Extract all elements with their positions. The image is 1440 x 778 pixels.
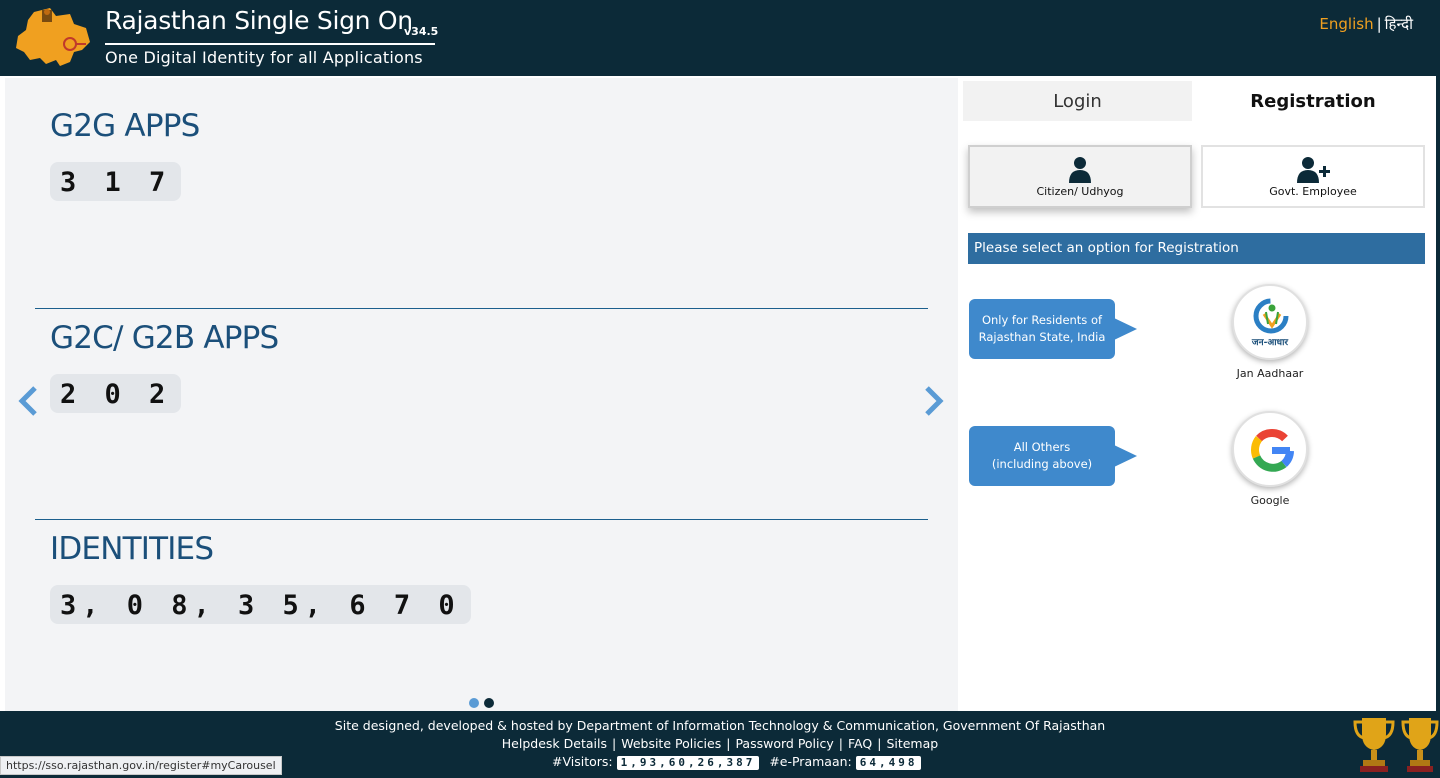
footer-link-helpdesk[interactable]: Helpdesk Details <box>502 736 607 751</box>
footer-separator: | <box>877 736 882 751</box>
stat-title: IDENTITIES <box>50 531 214 567</box>
jan-aadhaar-hint-bubble: Only for Residents of Rajasthan State, In… <box>969 299 1137 359</box>
lang-english-link[interactable]: English <box>1319 15 1373 33</box>
epramaan-label: #e-Pramaan: <box>769 754 852 769</box>
footer-separator: | <box>611 736 617 751</box>
tab-registration[interactable]: Registration <box>1195 81 1431 121</box>
govt-option-label: Govt. Employee <box>1269 185 1357 198</box>
stat-counter: 2 0 2 <box>50 374 182 413</box>
stat-divider <box>35 308 928 309</box>
jan-aadhaar-label: Jan Aadhaar <box>1236 367 1304 380</box>
govt-employee-option[interactable]: Govt. Employee <box>1201 145 1425 208</box>
trophy-icon <box>1352 716 1396 777</box>
citizen-option-label: Citizen/ Udhyog <box>1036 185 1124 198</box>
footer-link-website-policies[interactable]: Website Policies <box>621 736 721 751</box>
user-plus-icon <box>1297 157 1330 183</box>
stat-identities: IDENTITIES 3, 0 8, 3 5, 6 7 0 <box>50 531 471 624</box>
rajasthan-sso-logo[interactable] <box>12 6 94 72</box>
footer-separator: | <box>838 736 843 751</box>
browser-status-url: https://sso.rajasthan.gov.in/register#my… <box>0 756 282 775</box>
stat-counter: 3, 0 8, 3 5, 6 7 0 <box>50 585 471 624</box>
tab-login[interactable]: Login <box>963 81 1192 121</box>
google-button[interactable] <box>1232 411 1308 487</box>
bubble-line: All Others <box>1013 440 1071 454</box>
footer-counters: #Visitors: 1,93,60,26,387 #e-Pramaan: 64… <box>552 754 922 770</box>
visitors-label: #Visitors: <box>552 754 613 769</box>
carousel-indicators <box>469 698 494 708</box>
footer-link-password-policy[interactable]: Password Policy <box>735 736 833 751</box>
stat-g2c-g2b: G2C/ G2B APPS 2 0 2 <box>50 320 279 413</box>
citizen-udhyog-option[interactable]: Citizen/ Udhyog <box>968 145 1192 208</box>
visitors-counter: 1,93,60,26,387 <box>616 756 760 770</box>
jan-aadhaar-button[interactable]: जन-आधार <box>1232 284 1308 360</box>
header: Rajasthan Single Sign On v34.5 One Digit… <box>0 0 1440 76</box>
footer-credit: Site designed, developed & hosted by Dep… <box>334 718 1106 733</box>
stat-g2g: G2G APPS 3 1 7 <box>50 108 200 201</box>
carousel-next-arrow-icon[interactable] <box>921 384 947 418</box>
app-title: Rajasthan Single Sign On <box>105 6 413 35</box>
stats-carousel: G2G APPS 3 1 7 G2C/ G2B APPS 2 0 2 IDENT… <box>5 78 958 711</box>
google-logo-icon <box>1251 428 1294 472</box>
carousel-dot-1[interactable] <box>469 698 479 708</box>
user-icon <box>1069 157 1091 183</box>
lang-separator: | <box>1376 15 1382 33</box>
footer-link-sitemap[interactable]: Sitemap <box>886 736 938 751</box>
google-label: Google <box>1250 494 1290 507</box>
registration-info-bar: Please select an option for Registration <box>968 233 1425 264</box>
stat-title: G2C/ G2B APPS <box>50 320 279 356</box>
title-underline <box>105 43 435 45</box>
epramaan-counter: 64,498 <box>855 756 922 770</box>
carousel-prev-arrow-icon[interactable] <box>15 384 41 418</box>
trophy-icon <box>1400 716 1440 777</box>
stat-counter: 3 1 7 <box>50 162 182 201</box>
footer-link-faq[interactable]: FAQ <box>848 736 872 751</box>
carousel-dot-2[interactable] <box>484 698 494 708</box>
right-edge-bar <box>1436 0 1440 778</box>
bubble-line: Rajasthan State, India <box>978 330 1106 344</box>
app-subtitle: One Digital Identity for all Application… <box>105 48 423 67</box>
stat-divider <box>35 519 928 520</box>
app-version: v34.5 <box>404 25 439 38</box>
footer-links: Helpdesk Details | Website Policies | Passwo… <box>0 736 1440 751</box>
stat-title: G2G APPS <box>50 108 200 144</box>
language-switcher: English | हिन्दी <box>1319 14 1413 34</box>
jan-aadhaar-logo-icon <box>1253 298 1289 334</box>
footer-separator: | <box>726 736 731 751</box>
google-hint-bubble: All Others (including above) <box>969 426 1137 486</box>
bubble-line: (including above) <box>991 457 1093 471</box>
bubble-line: Only for Residents of <box>981 313 1103 327</box>
jan-aadhaar-logo-text: जन-आधार <box>1251 338 1289 348</box>
lang-hindi-link[interactable]: हिन्दी <box>1385 15 1413 33</box>
